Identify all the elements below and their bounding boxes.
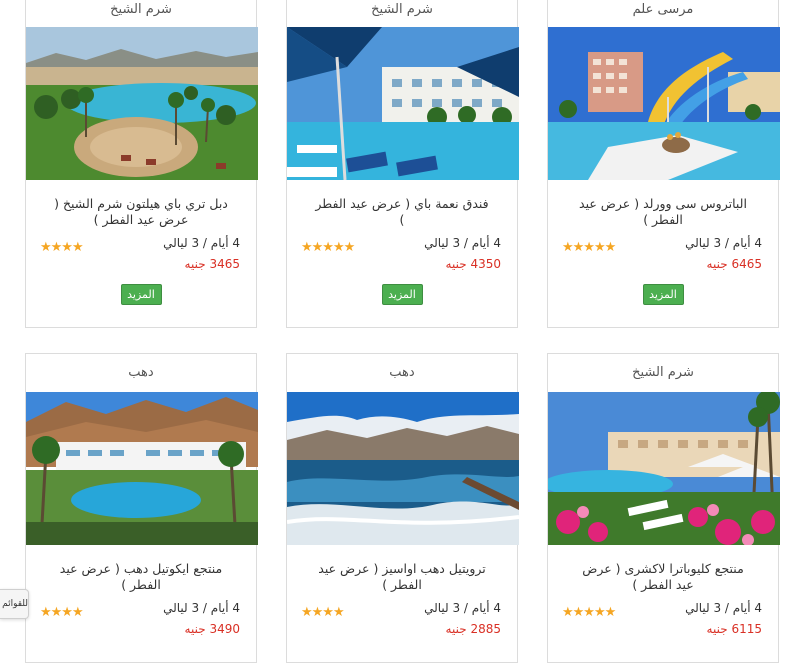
card-location: شرم الشيخ (632, 365, 694, 380)
price-text: 3465 جنيه (184, 257, 240, 271)
hotel-image[interactable] (26, 392, 258, 545)
duration-text: 4 أيام / 3 ليالي (685, 236, 762, 250)
card-location: شرم الشيخ (371, 2, 433, 17)
card-location: مرسى علم (632, 2, 694, 17)
card-location: دهب (389, 365, 415, 380)
star-rating-icon: ★★★★ (301, 605, 345, 620)
hotel-title-link[interactable]: دبل تري باي هيلتون شرم الشيخ ( عرض عيد ا… (26, 196, 256, 230)
hotel-image[interactable] (26, 27, 258, 180)
price-text: 6465 جنيه (706, 257, 762, 271)
duration-text: 4 أيام / 3 ليالي (424, 601, 501, 615)
info-row: 4 أيام / 3 ليالي 3465 جنيه ★★★★ (26, 236, 256, 276)
price-text: 6115 جنيه (706, 622, 762, 636)
duration-text: 4 أيام / 3 ليالي (424, 236, 501, 250)
duration-text: 4 أيام / 3 ليالي (163, 601, 240, 615)
hotel-title-link[interactable]: الباتروس سى وورلد ( عرض عيد الفطر ) (548, 196, 778, 230)
offer-card: شرم الشيخ دبل تري باي هيلتون شرم الشيخ (… (25, 0, 258, 328)
info-row: 4 أيام / 3 ليالي 3490 جنيه ★★★★ (26, 601, 256, 641)
star-rating-icon: ★★★★ (40, 240, 84, 255)
info-row: 4 أيام / 3 ليالي 2885 جنيه ★★★★ (287, 601, 517, 641)
card-location: شرم الشيخ (110, 2, 172, 17)
offer-card: دهب منتجع ايكوتيل دهب ( عرض عيد الفطر ) … (25, 353, 258, 663)
card-location: دهب (128, 365, 154, 380)
more-button[interactable]: المزيد (120, 284, 162, 305)
more-button[interactable]: المزيد (642, 284, 684, 305)
side-tab-label: للقوائم (2, 599, 28, 609)
hotel-image[interactable] (548, 27, 780, 180)
offer-card: شرم الشيخ فندق نعمة باي ( عرض عيد الفطر … (286, 0, 519, 328)
hotel-title-link[interactable]: ترويتيل دهب اواسيز ( عرض عيد الفطر ) (287, 561, 517, 595)
hotel-title-link[interactable]: فندق نعمة باي ( عرض عيد الفطر ) (287, 196, 517, 230)
side-menu-tab[interactable]: للقوائم (0, 589, 29, 619)
duration-text: 4 أيام / 3 ليالي (163, 236, 240, 250)
price-text: 4350 جنيه (445, 257, 501, 271)
more-button[interactable]: المزيد (381, 284, 423, 305)
info-row: 4 أيام / 3 ليالي 6465 جنيه ★★★★★ (548, 236, 778, 276)
star-rating-icon: ★★★★ (40, 605, 84, 620)
offer-card: دهب ترويتيل دهب اواسيز ( عرض عيد الفطر )… (286, 353, 519, 663)
hotel-image[interactable] (287, 392, 519, 545)
info-row: 4 أيام / 3 ليالي 6115 جنيه ★★★★★ (548, 601, 778, 641)
price-text: 2885 جنيه (445, 622, 501, 636)
hotel-title-link[interactable]: منتجع كليوباترا لاكشرى ( عرض عيد الفطر ) (548, 561, 778, 595)
hotel-image[interactable] (548, 392, 780, 545)
offer-card: مرسى علم الباتروس سى وورلد ( عرض عيد الف… (547, 0, 780, 328)
star-rating-icon: ★★★★★ (562, 240, 616, 255)
hotel-title-link[interactable]: منتجع ايكوتيل دهب ( عرض عيد الفطر ) (26, 561, 256, 595)
price-text: 3490 جنيه (184, 622, 240, 636)
offer-card: شرم الشيخ منتجع كليوباترا لاكشرى ( عرض ع… (547, 353, 780, 663)
hotel-image[interactable] (287, 27, 519, 180)
duration-text: 4 أيام / 3 ليالي (685, 601, 762, 615)
star-rating-icon: ★★★★★ (562, 605, 616, 620)
star-rating-icon: ★★★★★ (301, 240, 355, 255)
info-row: 4 أيام / 3 ليالي 4350 جنيه ★★★★★ (287, 236, 517, 276)
